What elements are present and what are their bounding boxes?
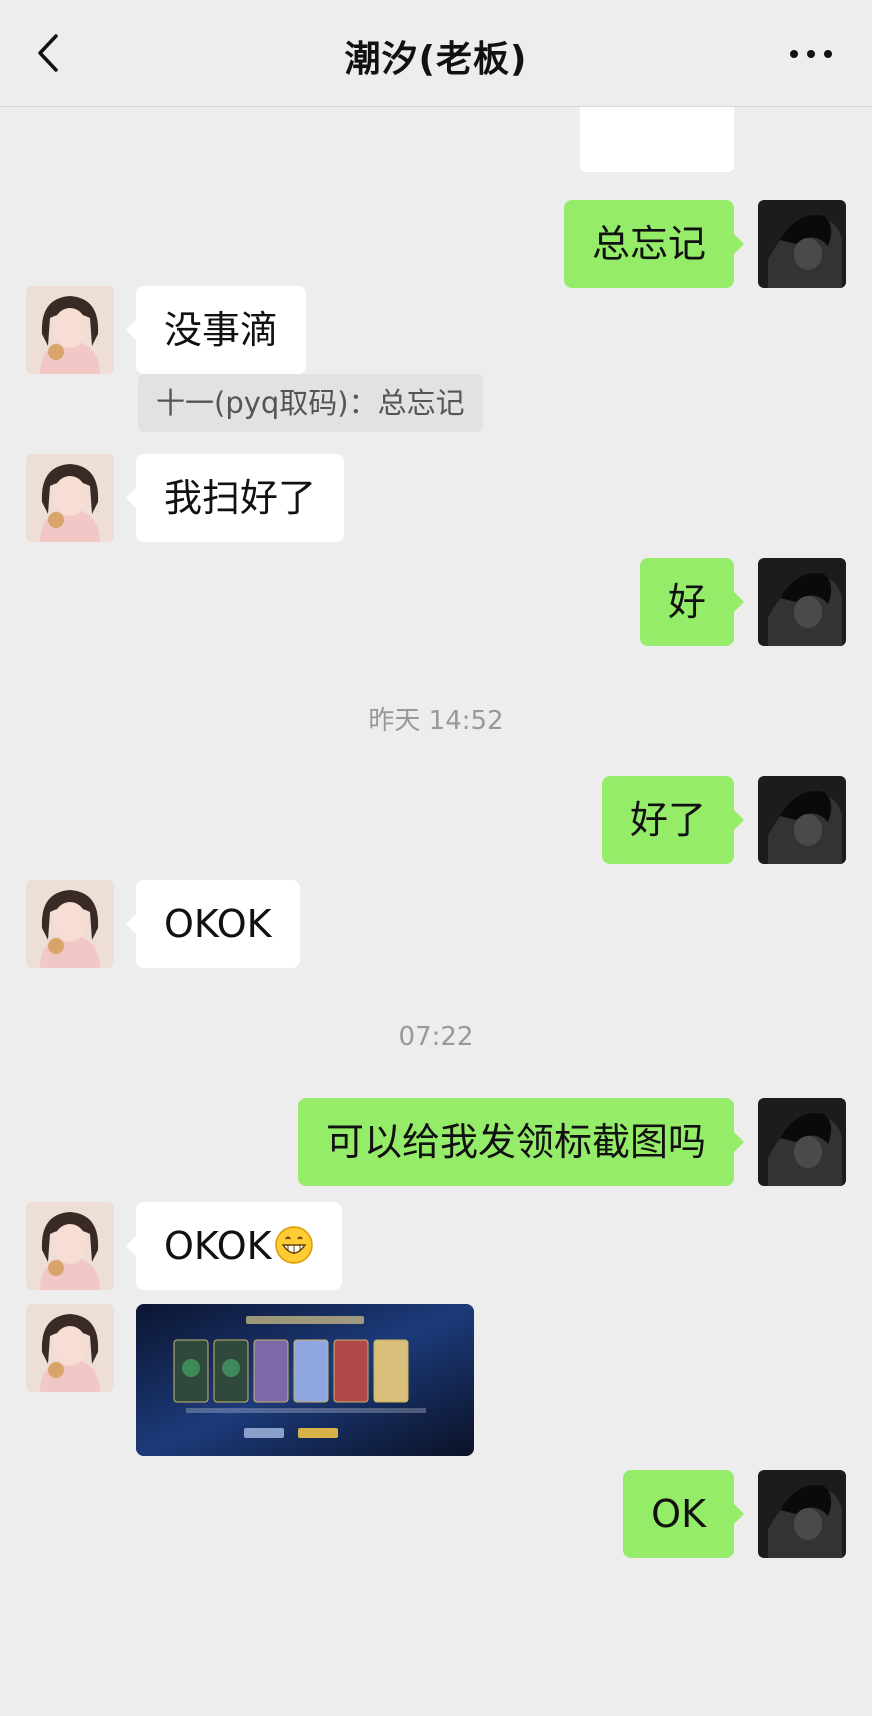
own-avatar[interactable] — [758, 558, 846, 646]
chat-title: 潮汐(老板) — [344, 39, 528, 80]
more-button[interactable] — [786, 34, 836, 74]
contact-avatar[interactable] — [26, 1202, 114, 1290]
own-avatar[interactable] — [758, 200, 846, 288]
grinning-face-emoji-icon — [274, 1226, 313, 1264]
message-bubble-contact[interactable]: 没事滴 — [125, 286, 307, 374]
timestamp: 昨天 14:52 — [368, 706, 504, 736]
own-avatar[interactable] — [758, 776, 846, 864]
message-bubble-contact[interactable]: 我扫好了 — [125, 454, 345, 542]
contact-avatar[interactable] — [26, 454, 114, 542]
chat-header: 潮汐(老板) — [0, 0, 872, 107]
more-dots-icon — [790, 50, 832, 58]
image-message-thumbnail[interactable] — [136, 1304, 474, 1456]
message-list[interactable]: 总忘记 没事滴 十一(pyq取码)：总忘记 我扫好了 好 昨天 14:52 好了… — [0, 106, 872, 1716]
message-bubble-contact[interactable]: OKOK — [126, 880, 300, 968]
contact-avatar[interactable] — [26, 286, 114, 374]
contact-avatar[interactable] — [26, 880, 114, 968]
message-bubble-contact[interactable]: OKOK — [126, 1202, 342, 1290]
quoted-reply[interactable]: 十一(pyq取码)：总忘记 — [138, 374, 483, 432]
message-bubble-own[interactable]: 好了 — [601, 776, 745, 864]
own-avatar[interactable] — [758, 1098, 846, 1186]
own-avatar[interactable] — [758, 1470, 846, 1558]
message-text: OKOK — [164, 1224, 272, 1268]
message-bubble-own[interactable]: 可以给我发领标截图吗 — [297, 1098, 745, 1186]
message-bubble-own[interactable]: 总忘记 — [563, 200, 745, 288]
contact-avatar[interactable] — [26, 1304, 114, 1392]
partial-message-bubble[interactable] — [580, 106, 734, 172]
message-bubble-own[interactable]: 好 — [639, 558, 745, 646]
message-bubble-own[interactable]: OK — [623, 1470, 744, 1558]
timestamp: 07:22 — [398, 1022, 474, 1052]
